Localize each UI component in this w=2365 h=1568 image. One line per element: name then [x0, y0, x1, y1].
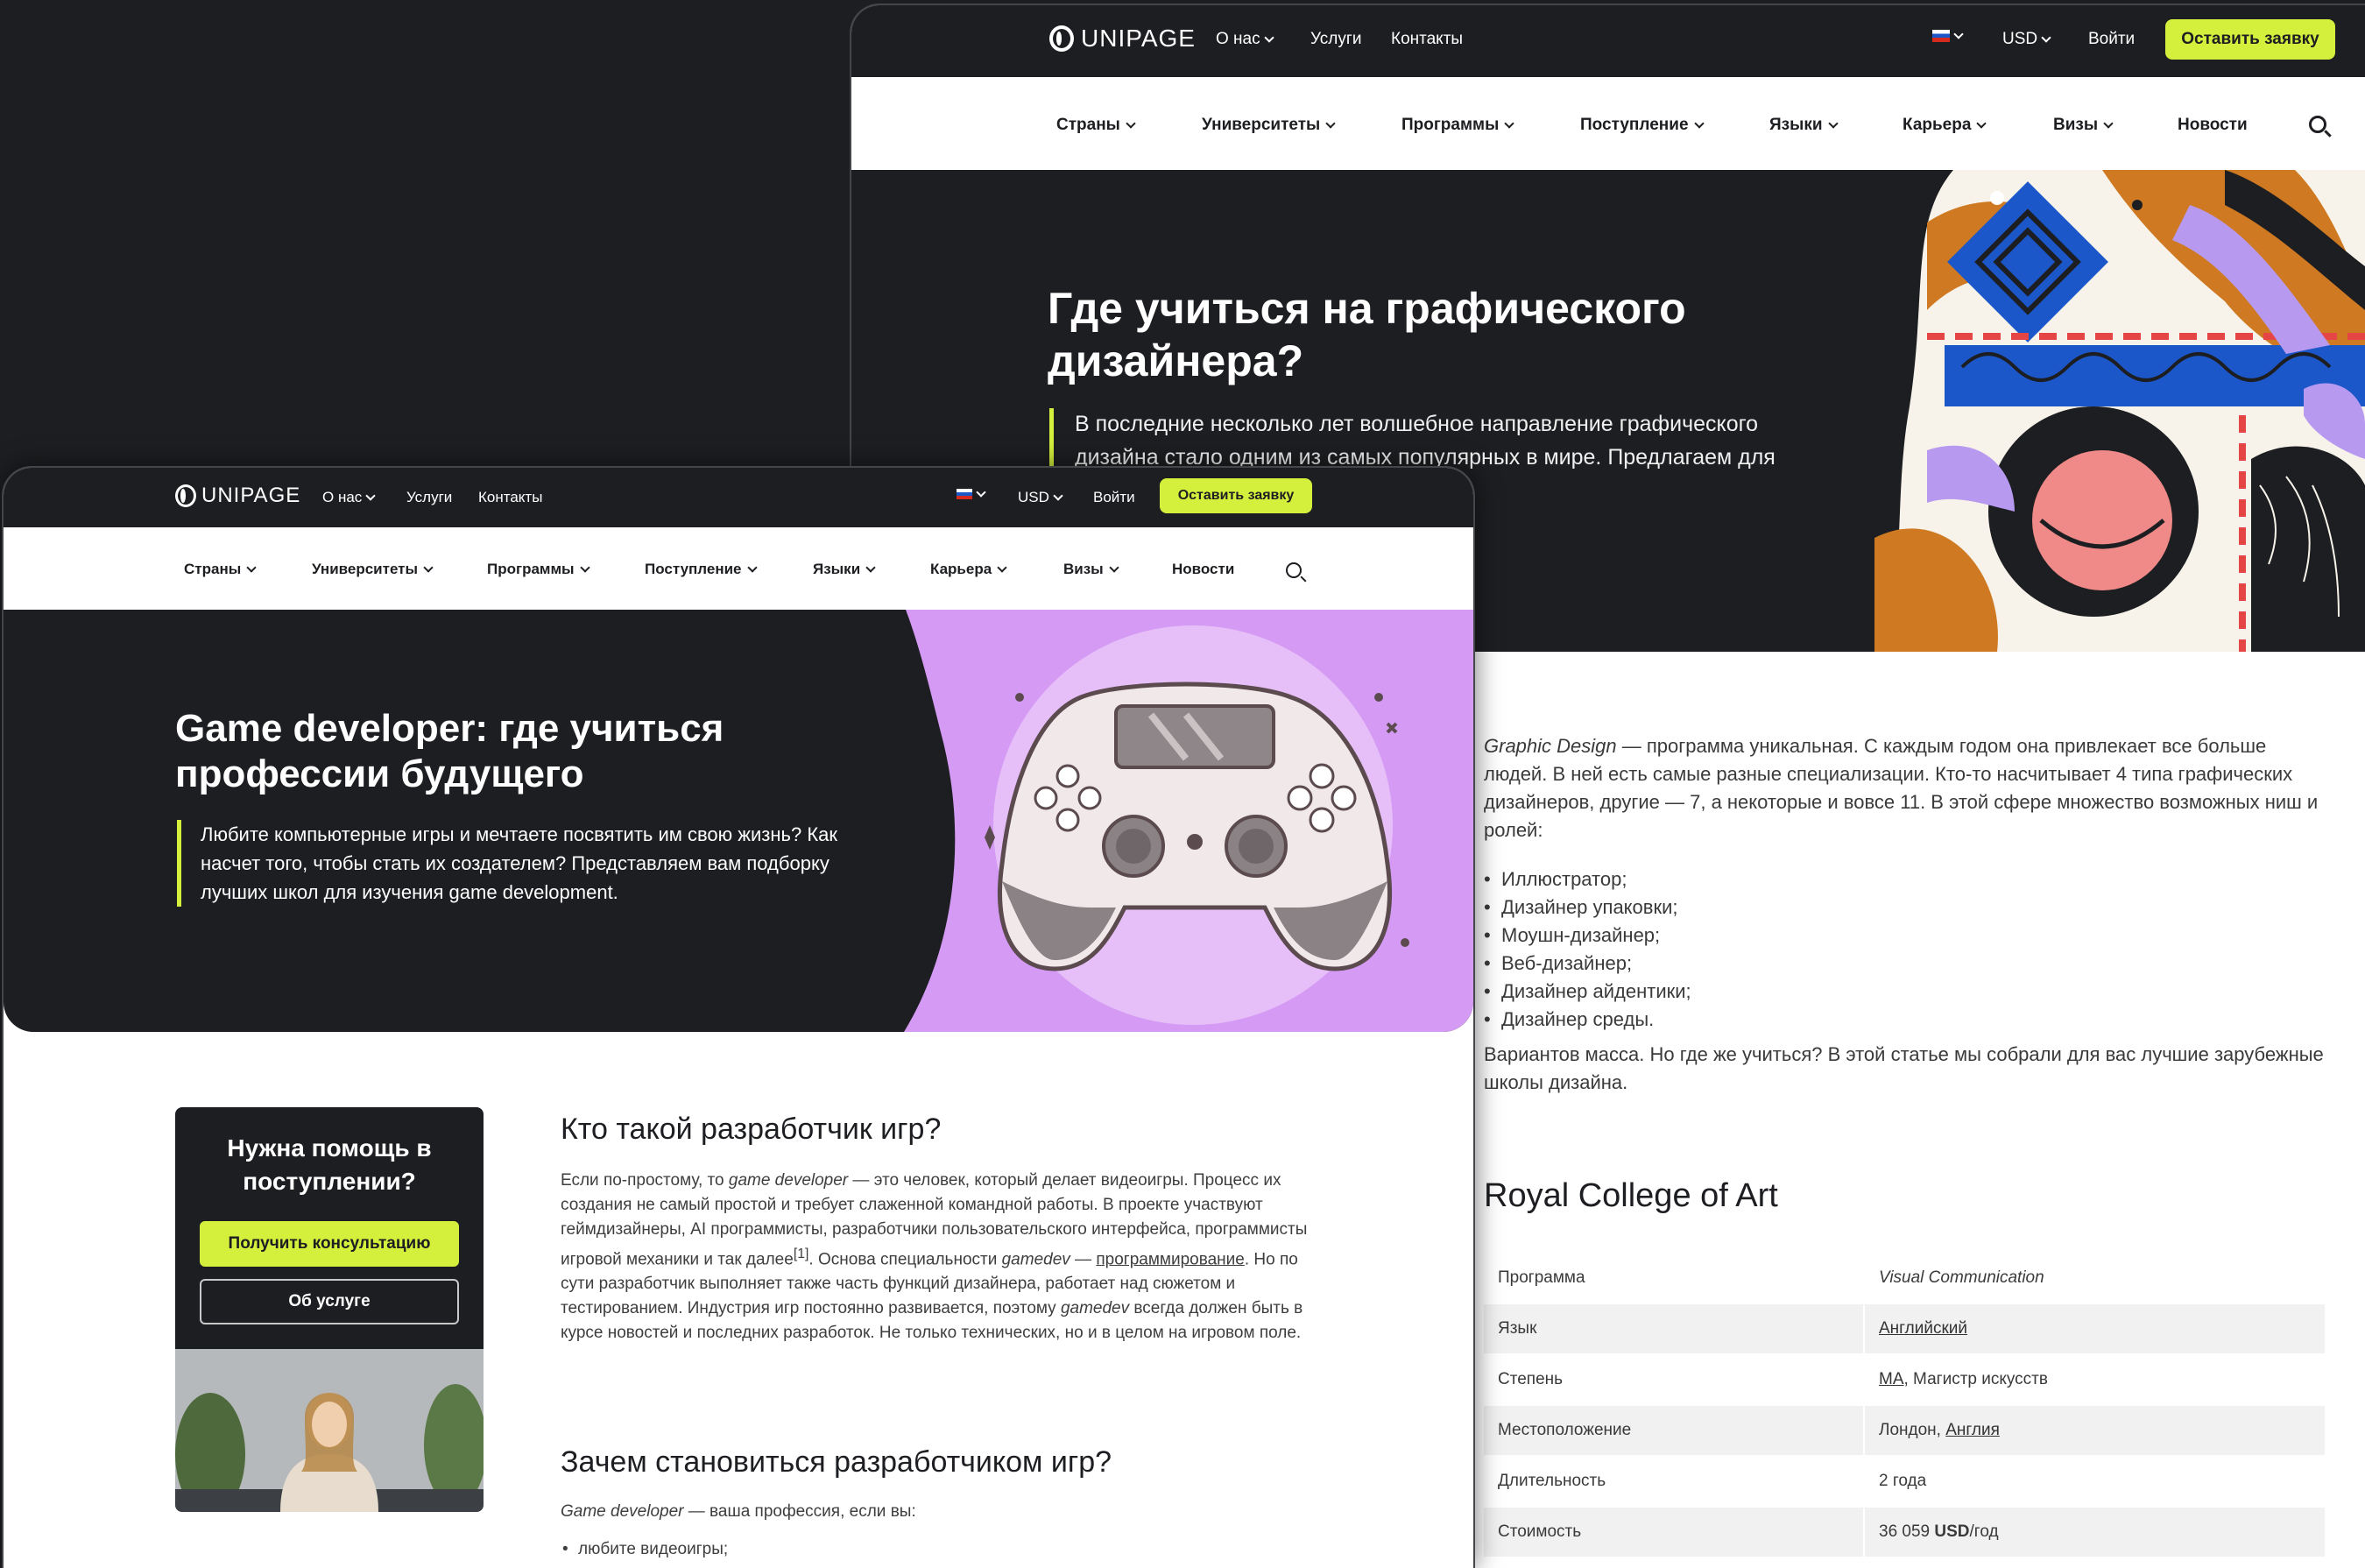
search-icon[interactable]: [1286, 562, 1302, 578]
logo-icon: [1049, 25, 1074, 52]
russia-flag-icon: [1932, 30, 1950, 42]
chevron-down-icon: [365, 491, 376, 501]
degree-link[interactable]: MA: [1879, 1370, 1904, 1388]
unipage-logo[interactable]: UNIPAGE: [175, 484, 300, 508]
chevron-down-icon: [997, 562, 1007, 573]
chevron-down-icon: [1325, 118, 1336, 129]
list-item: Дизайнер среды.: [1501, 1006, 1691, 1034]
table-row: Местоположение Лондон, Англия: [1484, 1405, 2325, 1457]
chevron-down-icon: [746, 562, 758, 573]
chevron-down-icon: [976, 487, 986, 498]
nav-career[interactable]: Карьера: [1903, 116, 1987, 135]
country-link[interactable]: Англия: [1945, 1421, 2000, 1439]
intro-paragraph: Graphic Design — программа уникальная. С…: [1484, 735, 2319, 841]
top-link-contacts[interactable]: Контакты: [1391, 30, 1463, 49]
hero-lead: Любите компьютерные игры и мечтаете посв…: [177, 820, 860, 907]
nav-programs[interactable]: Программы: [1401, 116, 1514, 135]
hero-title: Где учиться на графического дизайнера?: [1048, 284, 1686, 385]
chevron-down-icon: [1263, 32, 1274, 43]
leave-request-button[interactable]: Оставить заявку: [2165, 19, 2335, 60]
table-row: Язык Английский: [1484, 1303, 2325, 1355]
chevron-down-icon: [1109, 562, 1119, 573]
footnote-link[interactable]: [1]: [794, 1247, 809, 1261]
table-row: Степень MA, Магистр искусств: [1484, 1354, 2325, 1406]
top-bar: UNIPAGE О нас Услуги Контакты USD Войти …: [851, 5, 2365, 77]
nav-news[interactable]: Новости: [1172, 561, 1234, 578]
chevron-down-icon: [1693, 118, 1705, 129]
top-link-services[interactable]: Услуги: [1310, 30, 1361, 49]
list-item: Иллюстратор;: [1501, 865, 1691, 893]
graphic-design-illustration: [1874, 170, 2365, 652]
chevron-down-icon: [865, 562, 876, 573]
unipage-logo[interactable]: UNIPAGE: [1049, 25, 1196, 53]
currency-selector[interactable]: USD: [2002, 30, 2051, 49]
chevron-down-icon: [1827, 118, 1839, 129]
leave-request-button[interactable]: Оставить заявку: [1160, 478, 1312, 513]
chevron-down-icon: [1126, 118, 1136, 129]
reasons-list: любите видеоигры;: [578, 1540, 728, 1559]
list-item: Моушн-дизайнер;: [1501, 922, 1691, 950]
logo-icon: [175, 484, 196, 507]
list-item: любите видеоигры;: [578, 1540, 728, 1559]
article-content: Кто такой разработчик игр? Если по-прост…: [4, 1032, 1473, 1568]
chevron-down-icon: [1976, 118, 1987, 129]
chevron-down-icon: [2041, 32, 2051, 43]
main-nav: Страны Университеты Программы Поступлени…: [4, 527, 1473, 610]
school-info-table: Программа Visual Communication Язык Англий…: [1484, 1253, 2325, 1558]
why-paragraph: Game developer — ваша профессия, если вы…: [561, 1502, 916, 1521]
table-row: Стоимость 36 059 USD/год: [1484, 1507, 2325, 1558]
hero-title: Game developer: где учиться профессии бу…: [175, 707, 724, 795]
language-selector[interactable]: [1932, 29, 1964, 42]
russia-flag-icon: [957, 489, 972, 499]
top-bar: UNIPAGE О нас Услуги Контакты USD Войти …: [4, 468, 1473, 527]
hero-banner: Game developer: где учиться профессии бу…: [4, 610, 1473, 1032]
top-link-contacts[interactable]: Контакты: [478, 489, 542, 506]
top-link-services[interactable]: Услуги: [406, 489, 452, 506]
language-selector[interactable]: [957, 487, 986, 499]
top-link-about[interactable]: О нас: [322, 489, 376, 506]
list-item: Дизайнер айдентики;: [1501, 978, 1691, 1006]
currency-selector[interactable]: USD: [1018, 489, 1063, 506]
foreground-browser-window: UNIPAGE О нас Услуги Контакты USD Войти …: [2, 466, 1475, 1568]
nav-programs[interactable]: Программы: [487, 561, 590, 578]
roles-list: Иллюстратор; Дизайнер упаковки; Моушн-ди…: [1501, 865, 1691, 1034]
nav-languages[interactable]: Языки: [1769, 116, 1839, 135]
who-paragraph: Если по-простому, то game developer — эт…: [561, 1171, 1308, 1343]
table-row: Длительность 2 года: [1484, 1456, 2325, 1508]
chevron-down-icon: [1053, 491, 1063, 501]
outro-paragraph: Вариантов масса. Но где же учиться? В эт…: [1484, 1043, 2324, 1093]
list-item: Веб-дизайнер;: [1501, 950, 1691, 978]
top-link-about[interactable]: О нас: [1216, 30, 1274, 49]
chevron-down-icon: [2103, 118, 2114, 129]
nav-universities[interactable]: Университеты: [312, 561, 434, 578]
list-item: Дизайнер упаковки;: [1501, 893, 1691, 922]
main-nav: Страны Университеты Программы Поступлени…: [851, 77, 2365, 170]
nav-universities[interactable]: Университеты: [1202, 116, 1336, 135]
nav-countries[interactable]: Страны: [1056, 116, 1136, 135]
nav-languages[interactable]: Языки: [813, 561, 876, 578]
gamepad-illustration: [985, 682, 1409, 971]
section-heading-who: Кто такой разработчик игр?: [561, 1112, 942, 1146]
programming-link[interactable]: программирование: [1096, 1250, 1244, 1268]
school-heading: Royal College of Art: [1484, 1177, 1778, 1214]
login-link[interactable]: Войти: [2088, 30, 2135, 49]
nav-admission[interactable]: Поступление: [1580, 116, 1705, 135]
nav-career[interactable]: Карьера: [930, 561, 1007, 578]
section-heading-why: Зачем становиться разработчиком игр?: [561, 1445, 1112, 1479]
nav-admission[interactable]: Поступление: [645, 561, 758, 578]
chevron-down-icon: [1953, 29, 1964, 39]
login-link[interactable]: Войти: [1093, 489, 1135, 506]
nav-countries[interactable]: Страны: [184, 561, 257, 578]
chevron-down-icon: [1504, 118, 1514, 129]
nav-visas[interactable]: Визы: [2053, 116, 2114, 135]
chevron-down-icon: [423, 562, 434, 573]
chevron-down-icon: [246, 562, 257, 573]
language-link[interactable]: Английский: [1879, 1319, 1967, 1338]
table-row: Программа Visual Communication: [1484, 1253, 2325, 1304]
search-icon[interactable]: [2309, 116, 2326, 133]
nav-visas[interactable]: Визы: [1063, 561, 1119, 578]
nav-news[interactable]: Новости: [2178, 116, 2248, 135]
chevron-down-icon: [579, 562, 590, 573]
